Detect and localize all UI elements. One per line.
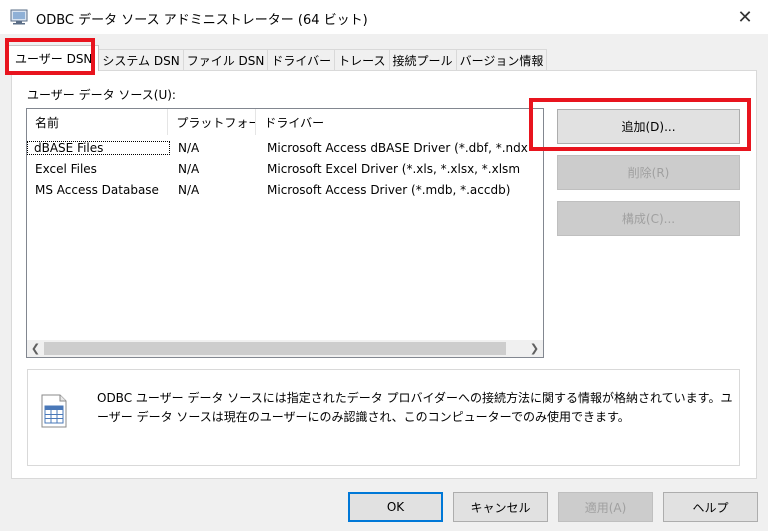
list-item[interactable]: MS Access Database N/A Microsoft Access … (27, 179, 543, 200)
odbc-app-icon (10, 9, 28, 25)
item-driver: Microsoft Access Driver (*.mdb, *.accdb) (267, 182, 511, 197)
tab-connection-pooling[interactable]: 接続プール (388, 49, 457, 71)
tab-strip: ユーザー DSN システム DSN ファイル DSN ドライバー トレース 接続… (8, 45, 548, 71)
item-platform: N/A (178, 182, 200, 197)
tab-file-dsn[interactable]: ファイル DSN (182, 49, 269, 71)
list-item[interactable]: Excel Files N/A Microsoft Excel Driver (… (27, 158, 543, 179)
tab-tracing[interactable]: トレース (334, 49, 390, 71)
scroll-right-icon[interactable]: ❯ (526, 340, 543, 357)
close-icon[interactable]: ✕ (722, 0, 768, 34)
cancel-button[interactable]: キャンセル (453, 492, 548, 522)
remove-button[interactable]: 削除(R) (557, 155, 740, 190)
apply-button[interactable]: 適用(A) (558, 492, 653, 522)
window-title: ODBC データ ソース アドミニストレーター (64 ビット) (36, 13, 368, 28)
configure-button[interactable]: 構成(C)... (557, 201, 740, 236)
item-name: Excel Files (35, 161, 97, 176)
tab-about[interactable]: バージョン情報 (455, 49, 548, 71)
item-platform: N/A (178, 140, 200, 155)
item-driver: Microsoft Access dBASE Driver (*.dbf, *.… (267, 140, 528, 155)
data-source-list[interactable]: 名前 プラットフォーム ドライバー dBASE Files N/A Micros… (26, 108, 544, 358)
help-button[interactable]: ヘルプ (663, 492, 758, 522)
tab-user-dsn[interactable]: ユーザー DSN (8, 45, 100, 71)
item-driver: Microsoft Excel Driver (*.xls, *.xlsx, *… (267, 161, 521, 176)
info-description: ODBC ユーザー データ ソースには指定されたデータ プロバイダーへの接続方法… (97, 391, 733, 424)
ok-button[interactable]: OK (348, 492, 443, 522)
tab-drivers[interactable]: ドライバー (267, 49, 336, 71)
title-bar: ODBC データ ソース アドミニストレーター (64 ビット) ✕ (0, 0, 768, 34)
tab-system-dsn[interactable]: システム DSN (98, 49, 184, 71)
list-header: 名前 プラットフォーム ドライバー (27, 109, 543, 135)
scroll-thumb[interactable] (44, 342, 506, 355)
column-header-platform[interactable]: プラットフォーム (168, 109, 257, 135)
item-platform: N/A (178, 161, 200, 176)
column-header-driver[interactable]: ドライバー (256, 109, 543, 135)
column-header-name[interactable]: 名前 (27, 109, 169, 135)
item-name: MS Access Database (35, 182, 159, 197)
user-data-sources-label: ユーザー データ ソース(U): (27, 88, 176, 102)
horizontal-scrollbar[interactable]: ❮ ❯ (27, 340, 543, 357)
item-name: dBASE Files (27, 140, 170, 155)
scroll-left-icon[interactable]: ❮ (27, 340, 44, 357)
add-button[interactable]: 追加(D)... (557, 109, 740, 144)
data-source-info-icon (41, 394, 67, 428)
list-item[interactable]: dBASE Files N/A Microsoft Access dBASE D… (27, 137, 543, 158)
scroll-track[interactable] (44, 340, 526, 357)
